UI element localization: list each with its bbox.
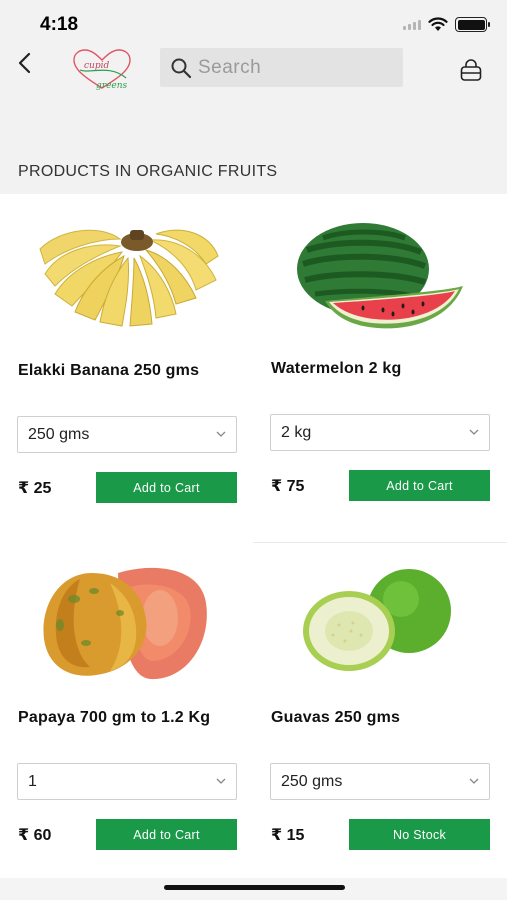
cupid-greens-logo[interactable]: cupid greens [66,48,138,96]
add-to-cart-button[interactable]: Add to Cart [96,472,237,503]
product-price: ₹ 15 [271,827,305,844]
search-icon [171,58,192,78]
product-card[interactable]: Watermelon 2 kg 2 kg ₹ 75 Add to Cart [253,194,506,542]
product-name[interactable]: Papaya 700 gm to 1.2 Kg [18,709,210,727]
logo-text-line2: greens [96,81,128,91]
shopping-bag-icon[interactable] [459,58,483,82]
no-stock-button[interactable]: No Stock [349,819,490,850]
product-name[interactable]: Elakki Banana 250 gms [18,362,199,380]
chevron-down-icon [469,778,479,784]
battery-icon [455,17,490,32]
product-name[interactable]: Guavas 250 gms [271,709,400,727]
variant-select[interactable]: 250 gms [270,763,490,800]
status-icons [403,17,490,32]
status-time: 4:18 [40,14,79,35]
guava-image[interactable] [253,543,506,693]
variant-select[interactable]: 1 [17,763,237,800]
banana-image[interactable] [0,194,253,344]
header: cupid greens PRODUCTS IN ORGANIC FRUITS [0,44,507,194]
variant-value: 1 [28,772,37,790]
product-price: ₹ 25 [18,480,52,497]
section-title: PRODUCTS IN ORGANIC FRUITS [18,163,278,180]
variant-select[interactable]: 2 kg [270,414,490,451]
product-price: ₹ 75 [271,478,305,495]
variant-value: 250 gms [281,772,343,790]
variant-select[interactable]: 250 gms [17,416,237,453]
papaya-image[interactable] [0,543,253,693]
product-card[interactable]: Elakki Banana 250 gms 250 gms ₹ 25 Add t… [0,194,253,542]
back-arrow-icon[interactable] [14,51,38,75]
variant-value: 250 gms [28,425,90,443]
status-bar: 4:18 [0,0,507,44]
product-price: ₹ 60 [18,827,52,844]
variant-value: 2 kg [281,423,312,441]
chevron-down-icon [469,429,479,435]
chevron-down-icon [216,431,226,437]
wifi-icon [428,17,448,31]
add-to-cart-button[interactable]: Add to Cart [96,819,237,850]
home-indicator[interactable] [164,885,345,890]
product-card[interactable]: Papaya 700 gm to 1.2 Kg 1 ₹ 60 Add to Ca… [0,543,253,891]
search-bar[interactable] [160,48,403,87]
chevron-down-icon [216,778,226,784]
watermelon-image[interactable] [253,194,506,344]
product-card[interactable]: Guavas 250 gms 250 gms ₹ 15 No Stock [253,543,506,891]
cellular-signal-icon [403,19,421,30]
add-to-cart-button[interactable]: Add to Cart [349,470,490,501]
search-input[interactable] [198,56,388,79]
logo-text-line1: cupid [84,61,109,71]
product-name[interactable]: Watermelon 2 kg [271,360,401,378]
